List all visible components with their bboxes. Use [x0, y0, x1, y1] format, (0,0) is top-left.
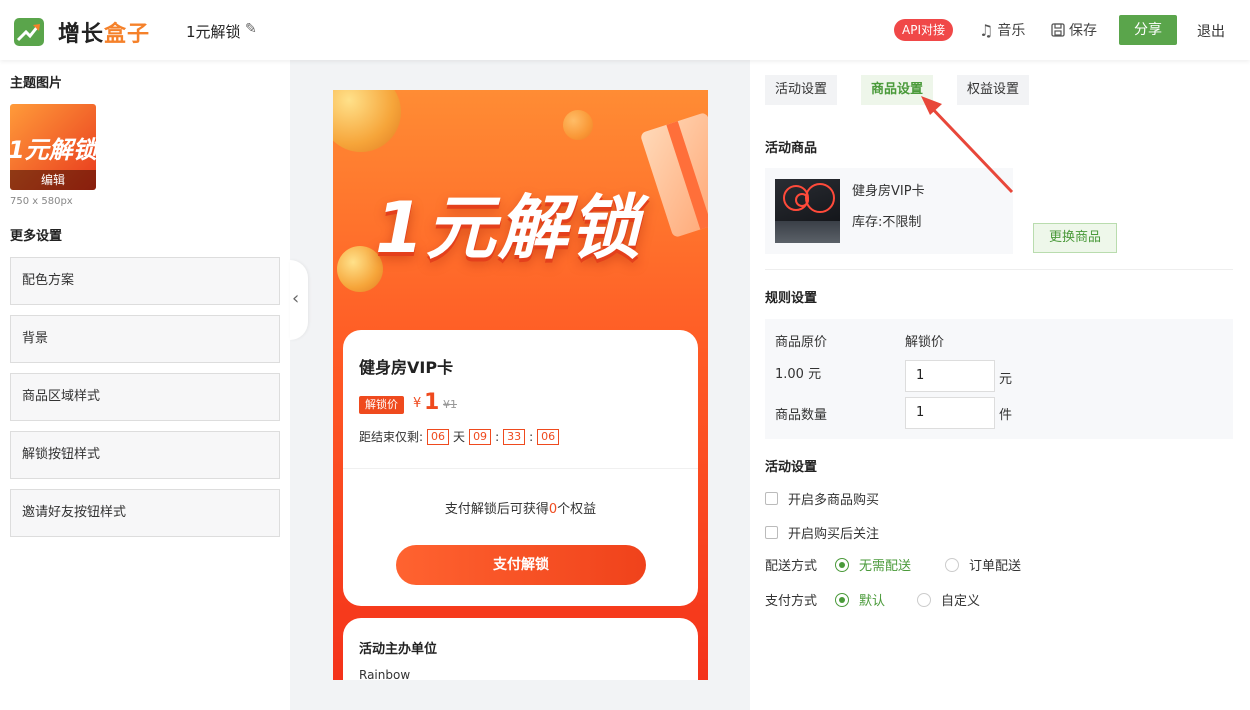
follow-label: 开启购买后关注: [788, 527, 880, 542]
radio-unselected-icon: [945, 557, 959, 572]
follow-checkbox-row[interactable]: 开启购买后关注: [765, 523, 879, 542]
quantity-label: 商品数量: [775, 408, 828, 423]
settings-item-invite-button-style[interactable]: 邀请好友按钮样式: [10, 489, 280, 537]
product-name: 健身房VIP卡: [359, 358, 454, 377]
countdown-minutes: 33: [503, 428, 526, 445]
settings-item-unlock-button-style[interactable]: 解锁按钮样式: [10, 431, 280, 479]
mobile-preview: 1元解锁 健身房VIP卡 解锁价 ¥ 1 ¥1 距结束仅剩: 06 天 09 :…: [333, 90, 708, 680]
countdown-timer: 距结束仅剩: 06 天 09 : 33 : 06: [359, 428, 560, 445]
share-button[interactable]: 分享: [1119, 15, 1177, 45]
tab-activity-settings[interactable]: 活动设置: [765, 75, 838, 105]
countdown-separator: :: [495, 429, 500, 444]
pay-unlock-button[interactable]: 支付解锁: [396, 545, 646, 585]
original-price: ¥1: [443, 398, 457, 411]
card-divider: [343, 468, 698, 469]
settings-item-background[interactable]: 背景: [10, 315, 280, 363]
delivery-method-row: 配送方式 无需配送 订单配送: [765, 555, 1021, 574]
section-divider: [765, 269, 1233, 270]
settings-item-color-scheme[interactable]: 配色方案: [10, 257, 280, 305]
goods-item: 健身房VIP卡 库存:不限制: [765, 168, 1013, 254]
countdown-seconds: 06: [537, 428, 560, 445]
countdown-hours: 09: [469, 428, 492, 445]
tab-benefit-settings[interactable]: 权益设置: [957, 75, 1030, 105]
payment-option-custom[interactable]: 自定义: [917, 590, 980, 609]
countdown-days: 06: [427, 428, 450, 445]
logo-text: 增长盒子: [58, 22, 151, 47]
multi-goods-label: 开启多商品购买: [788, 493, 880, 508]
left-settings-panel: 主题图片 1元解锁 编辑 750 x 580px 更多设置 配色方案 背景 商品…: [0, 60, 290, 710]
settings-item-goods-area-style[interactable]: 商品区域样式: [10, 373, 280, 421]
activity-settings-heading: 活动设置: [765, 460, 818, 475]
payment-label: 支付方式: [765, 594, 818, 609]
multi-goods-checkbox-row[interactable]: 开启多商品购买: [765, 489, 879, 508]
save-disk-icon: [1051, 23, 1065, 37]
music-note-icon: ♫: [979, 20, 994, 40]
radio-selected-icon: [835, 557, 849, 572]
organizer-card: 活动主办单位 Rainbow: [343, 618, 698, 680]
theme-image-text: 1元解锁: [10, 136, 96, 164]
theme-image-edit-button[interactable]: 编辑: [10, 170, 96, 190]
tab-goods-settings[interactable]: 商品设置: [861, 75, 934, 105]
organizer-heading: 活动主办单位: [359, 642, 438, 657]
unlock-price-label: 解锁价: [905, 335, 945, 350]
logout-button[interactable]: 退出: [1197, 21, 1225, 41]
theme-image-size: 750 x 580px: [10, 196, 73, 207]
delivery-label: 配送方式: [765, 559, 818, 574]
goods-thumbnail: [775, 179, 840, 243]
payment-method-row: 支付方式 默认 自定义: [765, 590, 980, 609]
right-settings-panel: 活动设置 商品设置 权益设置 活动商品 健身房VIP卡 库存:不限制 更换商品 …: [750, 60, 1250, 710]
radio-unselected-icon: [917, 592, 931, 607]
chevron-left-icon: ‹: [292, 288, 300, 309]
theme-image-heading: 主题图片: [10, 76, 63, 91]
rules-box: 商品原价 解锁价 1.00 元 1 元 商品数量 1 件: [765, 319, 1233, 439]
quantity-input[interactable]: 1: [905, 397, 995, 429]
banner-title: 1元解锁: [375, 187, 642, 269]
delivery-option-none[interactable]: 无需配送: [835, 555, 945, 574]
change-goods-button[interactable]: 更换商品: [1033, 223, 1117, 253]
pencil-icon[interactable]: ✎: [245, 21, 257, 37]
music-label: 音乐: [997, 23, 1026, 39]
goods-stock: 库存:不限制: [852, 215, 922, 230]
countdown-label: 距结束仅剩:: [359, 430, 424, 444]
document-title[interactable]: 1元解锁: [186, 21, 241, 42]
unlock-price: 1: [424, 390, 440, 415]
goods-name: 健身房VIP卡: [852, 184, 925, 199]
activity-goods-heading: 活动商品: [765, 141, 818, 156]
organizer-name: Rainbow: [359, 668, 411, 680]
save-label: 保存: [1069, 23, 1097, 39]
top-header: 增长盒子 1元解锁 ✎ API对接 ♫ 音乐 保存 分享 退出: [0, 0, 1250, 60]
benefit-text: 支付解锁后可获得0个权益: [444, 502, 597, 517]
original-price-label: 商品原价: [775, 335, 828, 350]
payment-option-default[interactable]: 默认: [835, 590, 917, 609]
music-button[interactable]: ♫ 音乐: [979, 20, 1025, 40]
api-integration-badge[interactable]: API对接: [894, 19, 953, 41]
radio-selected-icon: [835, 592, 849, 607]
price-currency: ¥: [413, 396, 422, 411]
product-card: 健身房VIP卡 解锁价 ¥ 1 ¥1 距结束仅剩: 06 天 09 : 33 :…: [343, 330, 698, 606]
multi-goods-checkbox[interactable]: [765, 492, 778, 505]
follow-after-purchase-checkbox[interactable]: [765, 526, 778, 539]
collapse-panel-button[interactable]: ‹: [290, 260, 308, 340]
logo-icon: [14, 18, 44, 46]
original-price-value: 1.00 元: [775, 367, 822, 382]
unlock-price-input[interactable]: 1: [905, 360, 995, 392]
save-button[interactable]: 保存: [1051, 20, 1097, 40]
gift-box-decoration: [639, 111, 708, 239]
unlock-price-unit: 元: [999, 372, 1013, 387]
coin-decoration: [563, 110, 593, 140]
delivery-option-order[interactable]: 订单配送: [945, 555, 1021, 574]
preview-area: ‹ 1元解锁 健身房VIP卡 解锁价 ¥ 1 ¥1 距结束仅剩: 06 天 09…: [290, 60, 750, 710]
more-settings-heading: 更多设置: [10, 229, 63, 244]
rules-heading: 规则设置: [765, 291, 818, 306]
quantity-unit: 件: [999, 408, 1013, 423]
countdown-day-unit: 天: [453, 430, 466, 444]
coin-decoration: [333, 90, 401, 152]
theme-image-thumbnail[interactable]: 1元解锁 编辑: [10, 104, 96, 190]
countdown-separator: :: [529, 429, 534, 444]
unlock-price-tag: 解锁价: [359, 396, 404, 414]
